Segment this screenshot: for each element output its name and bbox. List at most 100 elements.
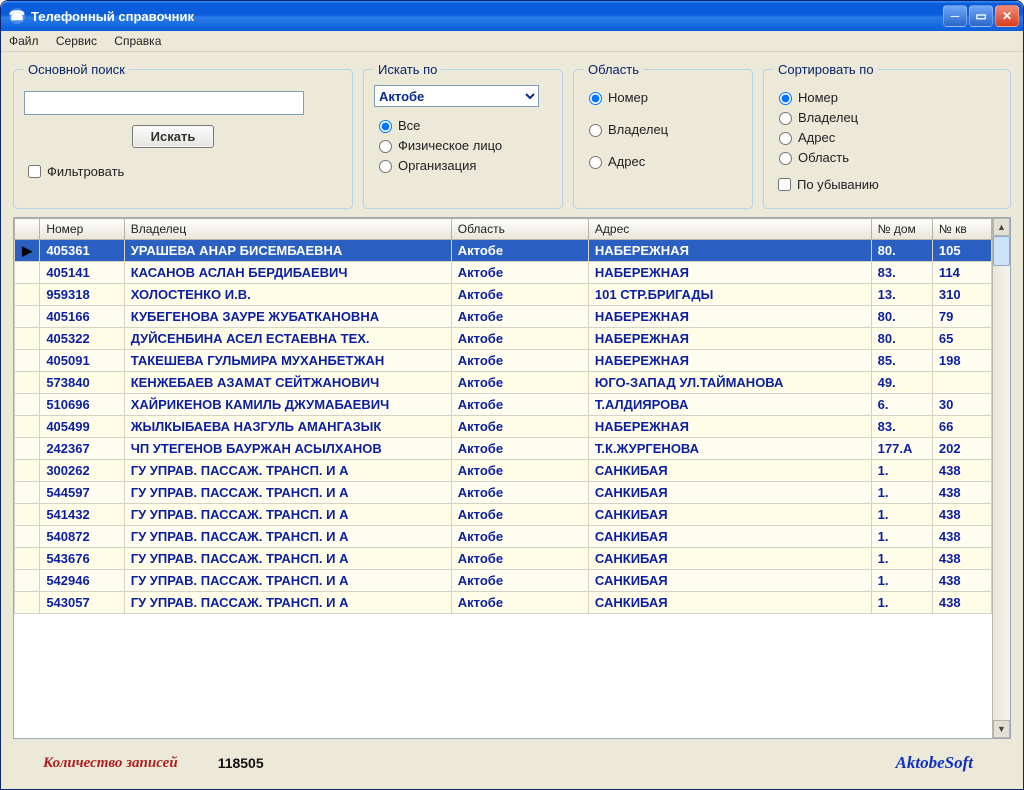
cell-region: Актобе <box>451 460 588 482</box>
search-button[interactable]: Искать <box>132 125 215 148</box>
cell-owner: УРАШЕВА АНАР БИСЕМБАЕВНА <box>124 240 451 262</box>
cell-apt: 30 <box>932 394 991 416</box>
cell-num: 544597 <box>40 482 124 504</box>
scroll-track[interactable] <box>993 266 1010 720</box>
sort-radio-address[interactable]: Адрес <box>774 129 1000 145</box>
cell-apt: 65 <box>932 328 991 350</box>
scroll-thumb[interactable] <box>993 236 1010 266</box>
table-row[interactable]: 543057ГУ УПРАВ. ПАССАЖ. ТРАНСП. И ААктоб… <box>15 592 992 614</box>
vertical-scrollbar[interactable]: ▲ ▼ <box>992 218 1010 738</box>
table-row[interactable]: 405322ДУЙСЕНБИНА АСЕЛ ЕСТАЕВНА ТЕХ.Актоб… <box>15 328 992 350</box>
cell-num: 959318 <box>40 284 124 306</box>
header-number[interactable]: Номер <box>40 219 124 240</box>
close-button[interactable]: ✕ <box>995 5 1019 27</box>
cell-apt: 438 <box>932 570 991 592</box>
menu-help[interactable]: Справка <box>114 34 161 48</box>
cell-addr: НАБЕРЕЖНАЯ <box>588 306 871 328</box>
table-row[interactable]: 540872ГУ УПРАВ. ПАССАЖ. ТРАНСП. И ААктоб… <box>15 526 992 548</box>
cell-apt: 310 <box>932 284 991 306</box>
table-row[interactable]: 510696ХАЙРИКЕНОВ КАМИЛЬ ДЖУМАБАЕВИЧАктоб… <box>15 394 992 416</box>
header-house[interactable]: № дом <box>871 219 932 240</box>
cell-house: 83. <box>871 262 932 284</box>
table-row[interactable]: 405499ЖЫЛКЫБАЕВА НАЗГУЛЬ АМАНГАЗЫКАктобе… <box>15 416 992 438</box>
search-input[interactable] <box>24 91 304 115</box>
maximize-button[interactable]: ▭ <box>969 5 993 27</box>
cell-owner: ХОЛОСТЕНКО И.В. <box>124 284 451 306</box>
cell-region: Актобе <box>451 592 588 614</box>
table-row[interactable]: 543676ГУ УПРАВ. ПАССАЖ. ТРАНСП. И ААктоб… <box>15 548 992 570</box>
cell-num: 405166 <box>40 306 124 328</box>
table-row[interactable]: 541432ГУ УПРАВ. ПАССАЖ. ТРАНСП. И ААктоб… <box>15 504 992 526</box>
filter-checkbox-input[interactable] <box>28 165 41 178</box>
cell-apt: 438 <box>932 482 991 504</box>
footer: Количество записей 118505 AktobeSoft <box>13 739 1011 783</box>
cell-num: 541432 <box>40 504 124 526</box>
sort-desc-checkbox[interactable]: По убыванию <box>774 175 1000 194</box>
region-radio-number[interactable]: Номер <box>584 89 742 105</box>
header-owner[interactable]: Владелец <box>124 219 451 240</box>
cell-apt: 438 <box>932 504 991 526</box>
cell-region: Актобе <box>451 372 588 394</box>
table-row[interactable]: ▶405361УРАШЕВА АНАР БИСЕМБАЕВНААктобеНАБ… <box>15 240 992 262</box>
scroll-up-button[interactable]: ▲ <box>993 218 1010 236</box>
cell-num: 540872 <box>40 526 124 548</box>
cell-region: Актобе <box>451 284 588 306</box>
record-count-value: 118505 <box>218 755 264 771</box>
region-radio-address[interactable]: Адрес <box>584 153 742 169</box>
cell-region: Актобе <box>451 416 588 438</box>
content-area: Основной поиск Искать Фильтровать Искать… <box>1 52 1023 789</box>
table-row[interactable]: 242367ЧП УТЕГЕНОВ БАУРЖАН АСЫЛХАНОВАктоб… <box>15 438 992 460</box>
cell-region: Актобе <box>451 306 588 328</box>
radio-all[interactable]: Все <box>374 117 552 133</box>
cell-region: Актобе <box>451 526 588 548</box>
brand-label: AktobeSoft <box>896 753 973 773</box>
sort-radio-owner[interactable]: Владелец <box>774 109 1000 125</box>
table-row[interactable]: 544597ГУ УПРАВ. ПАССАЖ. ТРАНСП. И ААктоб… <box>15 482 992 504</box>
row-indicator <box>15 416 40 438</box>
row-indicator <box>15 372 40 394</box>
cell-house: 13. <box>871 284 932 306</box>
group-search-by-legend: Искать по <box>374 62 441 77</box>
cell-owner: КАСАНОВ АСЛАН БЕРДИБАЕВИЧ <box>124 262 451 284</box>
cell-house: 1. <box>871 548 932 570</box>
header-indicator[interactable] <box>15 219 40 240</box>
menu-file[interactable]: Файл <box>9 34 39 48</box>
region-radio-owner[interactable]: Владелец <box>584 121 742 137</box>
cell-owner: ДУЙСЕНБИНА АСЕЛ ЕСТАЕВНА ТЕХ. <box>124 328 451 350</box>
header-region[interactable]: Область <box>451 219 588 240</box>
sort-radio-number[interactable]: Номер <box>774 89 1000 105</box>
cell-addr: Т.К.ЖУРГЕНОВА <box>588 438 871 460</box>
window-title: Телефонный справочник <box>31 9 194 24</box>
cell-region: Актобе <box>451 328 588 350</box>
table-row[interactable]: 542946ГУ УПРАВ. ПАССАЖ. ТРАНСП. И ААктоб… <box>15 570 992 592</box>
titlebar[interactable]: ☎ Телефонный справочник ─ ▭ ✕ <box>1 1 1023 31</box>
cell-addr: НАБЕРЕЖНАЯ <box>588 328 871 350</box>
cell-addr: САНКИБАЯ <box>588 592 871 614</box>
table-row[interactable]: 573840КЕНЖЕБАЕВ АЗАМАТ СЕЙТЖАНОВИЧАктобе… <box>15 372 992 394</box>
scroll-down-button[interactable]: ▼ <box>993 720 1010 738</box>
table-row[interactable]: 405166КУБЕГЕНОВА ЗАУРЕ ЖУБАТКАНОВНААктоб… <box>15 306 992 328</box>
region-select[interactable]: Актобе <box>374 85 539 107</box>
header-apt[interactable]: № кв <box>932 219 991 240</box>
sort-radio-region[interactable]: Область <box>774 149 1000 165</box>
minimize-button[interactable]: ─ <box>943 5 967 27</box>
radio-person[interactable]: Физическое лицо <box>374 137 552 153</box>
row-indicator: ▶ <box>15 240 40 262</box>
cell-num: 543676 <box>40 548 124 570</box>
table-row[interactable]: 300262ГУ УПРАВ. ПАССАЖ. ТРАНСП. И ААктоб… <box>15 460 992 482</box>
cell-addr: НАБЕРЕЖНАЯ <box>588 350 871 372</box>
radio-org[interactable]: Организация <box>374 157 552 173</box>
table-row[interactable]: 959318ХОЛОСТЕНКО И.В.Актобе101 СТР.БРИГА… <box>15 284 992 306</box>
header-address[interactable]: Адрес <box>588 219 871 240</box>
cell-owner: ЖЫЛКЫБАЕВА НАЗГУЛЬ АМАНГАЗЫК <box>124 416 451 438</box>
group-region: Область Номер Владелец Адрес <box>573 62 753 209</box>
table-row[interactable]: 405141КАСАНОВ АСЛАН БЕРДИБАЕВИЧАктобеНАБ… <box>15 262 992 284</box>
cell-num: 405499 <box>40 416 124 438</box>
cell-apt: 114 <box>932 262 991 284</box>
cell-num: 543057 <box>40 592 124 614</box>
table-row[interactable]: 405091ТАКЕШЕВА ГУЛЬМИРА МУХАНБЕТЖАНАктоб… <box>15 350 992 372</box>
cell-house: 83. <box>871 416 932 438</box>
cell-addr: НАБЕРЕЖНАЯ <box>588 416 871 438</box>
filter-checkbox[interactable]: Фильтровать <box>24 162 342 181</box>
menu-service[interactable]: Сервис <box>56 34 97 48</box>
